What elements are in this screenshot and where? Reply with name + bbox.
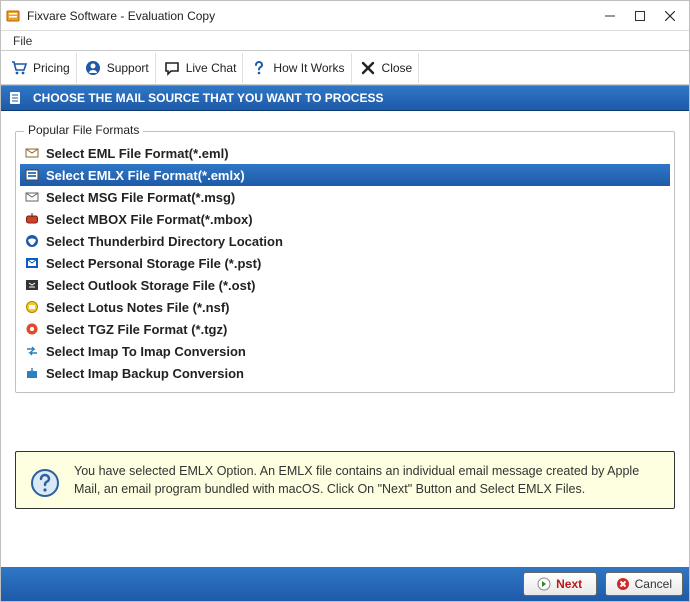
format-label: Select Lotus Notes File (*.nsf) [46, 300, 229, 315]
emlx-icon [24, 167, 40, 183]
livechat-button[interactable]: Live Chat [156, 53, 244, 83]
chat-icon [162, 58, 182, 78]
next-label: Next [556, 577, 582, 591]
banner: CHOOSE THE MAIL SOURCE THAT YOU WANT TO … [1, 85, 689, 111]
cancel-label: Cancel [635, 577, 672, 591]
formats-legend: Popular File Formats [24, 123, 143, 137]
format-label: Select Personal Storage File (*.pst) [46, 256, 261, 271]
nsf-icon [24, 299, 40, 315]
format-pst[interactable]: Select Personal Storage File (*.pst) [20, 252, 670, 274]
toolbar: Pricing Support Live Chat How It Works C… [1, 51, 689, 85]
format-msg[interactable]: Select MSG File Format(*.msg) [20, 186, 670, 208]
description-text: You have selected EMLX Option. An EMLX f… [74, 462, 660, 498]
livechat-label: Live Chat [186, 61, 237, 75]
format-imap-to-imap[interactable]: Select Imap To Imap Conversion [20, 340, 670, 362]
formats-list: Select EML File Format(*.eml) Select EML… [20, 142, 670, 384]
pricing-label: Pricing [33, 61, 70, 75]
cancel-button[interactable]: Cancel [605, 572, 683, 596]
imap-icon [24, 343, 40, 359]
close-label: Close [382, 61, 413, 75]
description-panel: You have selected EMLX Option. An EMLX f… [15, 451, 675, 509]
eml-icon [24, 145, 40, 161]
footer: Next Cancel [1, 567, 689, 601]
format-nsf[interactable]: Select Lotus Notes File (*.nsf) [20, 296, 670, 318]
msg-icon [24, 189, 40, 205]
close-icon [358, 58, 378, 78]
imap-backup-icon [24, 365, 40, 381]
support-button[interactable]: Support [77, 53, 156, 83]
window-controls [595, 6, 685, 26]
support-label: Support [107, 61, 149, 75]
format-label: Select EML File Format(*.eml) [46, 146, 229, 161]
format-label: Select MSG File Format(*.msg) [46, 190, 235, 205]
maximize-button[interactable] [625, 6, 655, 26]
cart-icon [9, 58, 29, 78]
tgz-icon [24, 321, 40, 337]
howitworks-button[interactable]: How It Works [243, 53, 351, 83]
format-label: Select Imap To Imap Conversion [46, 344, 246, 359]
cancel-icon [616, 577, 630, 591]
format-label: Select TGZ File Format (*.tgz) [46, 322, 227, 337]
arrow-right-icon [537, 577, 551, 591]
content-area: Popular File Formats Select EML File For… [1, 111, 689, 567]
format-label: Select EMLX File Format(*.emlx) [46, 168, 245, 183]
formats-group: Popular File Formats Select EML File For… [15, 131, 675, 393]
app-icon [5, 8, 21, 24]
format-thunderbird[interactable]: Select Thunderbird Directory Location [20, 230, 670, 252]
support-icon [83, 58, 103, 78]
howitworks-label: How It Works [273, 61, 344, 75]
format-mbox[interactable]: Select MBOX File Format(*.mbox) [20, 208, 670, 230]
help-icon [30, 468, 60, 498]
mbox-icon [24, 211, 40, 227]
thunderbird-icon [24, 233, 40, 249]
window-title: Fixvare Software - Evaluation Copy [27, 9, 595, 23]
ost-icon [24, 277, 40, 293]
format-imap-backup[interactable]: Select Imap Backup Conversion [20, 362, 670, 384]
format-eml[interactable]: Select EML File Format(*.eml) [20, 142, 670, 164]
close-button[interactable]: Close [352, 53, 420, 83]
banner-text: CHOOSE THE MAIL SOURCE THAT YOU WANT TO … [33, 91, 383, 105]
pst-icon [24, 255, 40, 271]
format-label: Select MBOX File Format(*.mbox) [46, 212, 253, 227]
next-button[interactable]: Next [523, 572, 597, 596]
format-ost[interactable]: Select Outlook Storage File (*.ost) [20, 274, 670, 296]
format-label: Select Thunderbird Directory Location [46, 234, 283, 249]
format-tgz[interactable]: Select TGZ File Format (*.tgz) [20, 318, 670, 340]
format-emlx[interactable]: Select EMLX File Format(*.emlx) [20, 164, 670, 186]
minimize-button[interactable] [595, 6, 625, 26]
document-icon [7, 90, 23, 106]
menu-file[interactable]: File [7, 32, 38, 50]
format-label: Select Outlook Storage File (*.ost) [46, 278, 255, 293]
question-icon [249, 58, 269, 78]
format-label: Select Imap Backup Conversion [46, 366, 244, 381]
titlebar: Fixvare Software - Evaluation Copy [1, 1, 689, 31]
menubar: File [1, 31, 689, 51]
pricing-button[interactable]: Pricing [3, 53, 77, 83]
close-window-button[interactable] [655, 6, 685, 26]
